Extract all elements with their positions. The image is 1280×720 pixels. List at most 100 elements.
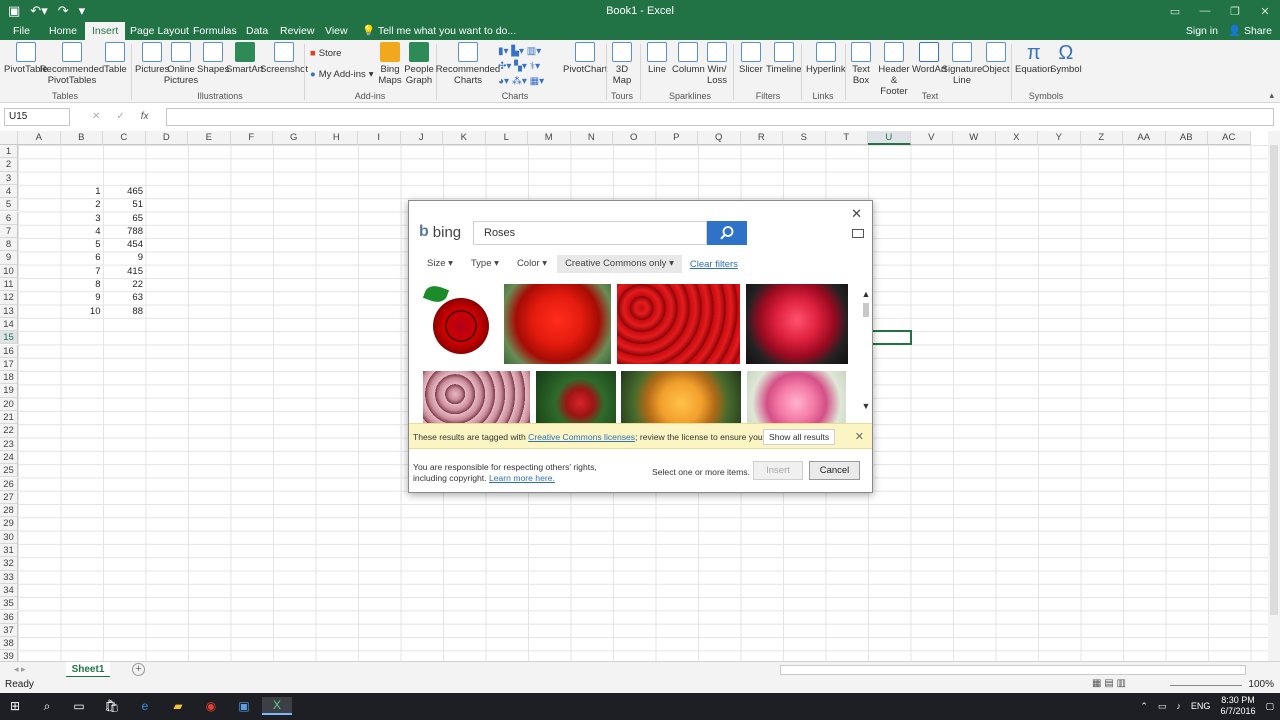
cell-b8[interactable]: 5: [61, 239, 100, 250]
vertical-scrollbar[interactable]: [1268, 131, 1280, 661]
view-buttons[interactable]: ▦ ▤ ▥: [1092, 678, 1126, 689]
row-header-37[interactable]: 37: [0, 623, 18, 638]
screenshot-button[interactable]: Screenshot: [260, 42, 308, 75]
cancel-button[interactable]: Cancel: [809, 461, 860, 480]
minimize-icon[interactable]: —: [1190, 0, 1220, 22]
row-header-17[interactable]: 17: [0, 357, 18, 372]
type-filter[interactable]: Type ▾: [463, 255, 507, 273]
tell-me-box[interactable]: 💡 Tell me what you want to do...: [355, 22, 523, 40]
col-header-h[interactable]: H: [315, 131, 358, 145]
cell-b7[interactable]: 4: [61, 226, 100, 237]
collapse-ribbon-icon[interactable]: ▴: [1269, 90, 1274, 101]
row-header-4[interactable]: 4: [0, 184, 18, 199]
symbol-button[interactable]: Ω Symbol: [1050, 42, 1082, 75]
result-image-dark-red-rose[interactable]: [745, 283, 849, 365]
row-header-15[interactable]: 15: [0, 331, 18, 345]
license-filter[interactable]: Creative Commons only ▾: [557, 255, 682, 273]
col-header-o[interactable]: O: [613, 131, 656, 145]
row-header-18[interactable]: 18: [0, 371, 18, 385]
col-header-v[interactable]: V: [910, 131, 953, 145]
col-header-t[interactable]: T: [825, 131, 868, 145]
tab-data[interactable]: Data: [239, 22, 275, 40]
tab-home[interactable]: Home: [42, 22, 84, 40]
row-header-19[interactable]: 19: [0, 384, 18, 398]
row-header-29[interactable]: 29: [0, 517, 18, 531]
header-footer-button[interactable]: Header & Footer: [876, 42, 912, 97]
signature-line-button[interactable]: Signature Line: [942, 42, 982, 86]
network-icon[interactable]: ▭: [1158, 701, 1167, 712]
row-header-33[interactable]: 33: [0, 570, 18, 584]
cell-c8[interactable]: 454: [103, 239, 143, 250]
people-graph-button[interactable]: People Graph: [404, 42, 434, 86]
col-header-x[interactable]: X: [995, 131, 1038, 145]
row-header-34[interactable]: 34: [0, 583, 18, 598]
scroll-up-icon[interactable]: ▲: [861, 289, 871, 299]
col-header-l[interactable]: L: [485, 131, 528, 145]
result-image-red-rose[interactable]: [503, 283, 612, 365]
row-header-32[interactable]: 32: [0, 557, 18, 571]
col-header-ac[interactable]: AC: [1208, 131, 1251, 145]
row-header-14[interactable]: 14: [0, 317, 18, 332]
row-header-23[interactable]: 23: [0, 437, 18, 451]
row-header-21[interactable]: 21: [0, 411, 18, 425]
horizontal-scrollbar[interactable]: [780, 665, 1246, 675]
share-button[interactable]: 👤 Share: [1228, 22, 1272, 40]
cell-b4[interactable]: 1: [61, 186, 100, 197]
recommended-charts-button[interactable]: Recommended Charts: [436, 42, 500, 86]
cell-c12[interactable]: 63: [103, 292, 143, 303]
cell-b13[interactable]: 10: [61, 306, 101, 317]
row-header-11[interactable]: 11: [0, 278, 18, 292]
results-scrollbar[interactable]: ▲ ▼: [861, 289, 871, 411]
feedback-icon[interactable]: [852, 229, 864, 238]
cc-licenses-link[interactable]: Creative Commons licenses: [528, 432, 635, 442]
col-header-j[interactable]: J: [400, 131, 443, 145]
add-sheet-icon[interactable]: +: [132, 663, 145, 676]
cell-c11[interactable]: 22: [103, 279, 143, 290]
recommended-pivottables-button[interactable]: Recommended PivotTables: [40, 42, 104, 86]
row-header-9[interactable]: 9: [0, 251, 18, 265]
col-header-w[interactable]: W: [953, 131, 996, 145]
col-header-r[interactable]: R: [740, 131, 783, 145]
tab-file[interactable]: File: [6, 22, 37, 40]
sparkline-column-button[interactable]: Column: [672, 42, 705, 75]
cell-b6[interactable]: 3: [61, 213, 100, 224]
name-box[interactable]: U15: [4, 108, 70, 126]
row-header-6[interactable]: 6: [0, 211, 18, 225]
tab-review[interactable]: Review: [273, 22, 321, 40]
cell-b10[interactable]: 7: [61, 266, 100, 277]
cell-c13[interactable]: 88: [103, 306, 143, 317]
result-image-rose-bud[interactable]: [535, 370, 617, 424]
equation-button[interactable]: π Equation: [1015, 42, 1053, 75]
row-header-16[interactable]: 16: [0, 344, 18, 358]
online-pictures-button[interactable]: Online Pictures: [164, 42, 198, 86]
sheet-tab[interactable]: Sheet1: [66, 662, 110, 678]
chrome-icon[interactable]: ◉: [202, 697, 220, 715]
row-header-1[interactable]: 1: [0, 145, 18, 159]
col-header-b[interactable]: B: [60, 131, 103, 145]
row-header-25[interactable]: 25: [0, 464, 18, 478]
active-cell-u15[interactable]: [869, 330, 912, 345]
bing-maps-button[interactable]: Bing Maps: [378, 42, 402, 86]
cell-b5[interactable]: 2: [61, 199, 100, 210]
col-header-e[interactable]: E: [188, 131, 231, 145]
timeline-button[interactable]: Timeline: [766, 42, 802, 75]
my-add-ins-button[interactable]: ● My Add-ins ▾: [310, 69, 374, 80]
zoom-level[interactable]: 100%: [1248, 679, 1274, 690]
close-icon[interactable]: ✕: [851, 206, 862, 222]
row-header-39[interactable]: 39: [0, 650, 18, 661]
col-header-q[interactable]: Q: [698, 131, 741, 145]
cell-c7[interactable]: 788: [103, 226, 143, 237]
sheet-nav-icons[interactable]: ◂ ▸: [14, 664, 26, 675]
slicer-button[interactable]: Slicer: [739, 42, 763, 75]
cell-c4[interactable]: 465: [103, 186, 143, 197]
row-header-28[interactable]: 28: [0, 504, 18, 518]
result-image-cartoon-rose[interactable]: [422, 282, 500, 365]
close-window-icon[interactable]: ✕: [1250, 0, 1280, 22]
insert-function-icon[interactable]: fx: [141, 108, 149, 126]
show-all-results-button[interactable]: Show all results: [763, 429, 836, 445]
col-header-p[interactable]: P: [655, 131, 698, 145]
clear-filters-link[interactable]: Clear filters: [690, 259, 738, 270]
row-header-24[interactable]: 24: [0, 450, 18, 465]
pivotchart-button[interactable]: PivotChart: [563, 42, 607, 75]
tab-view[interactable]: View: [318, 22, 355, 40]
